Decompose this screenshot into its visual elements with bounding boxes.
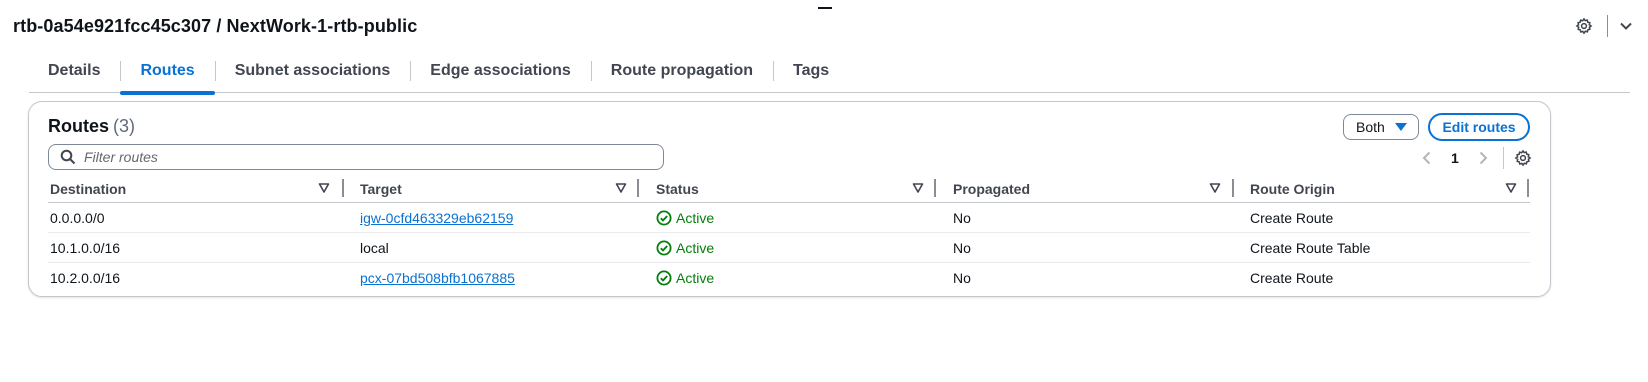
- destination-cell: 10.2.0.0/16: [50, 269, 121, 286]
- search-icon: [60, 149, 76, 165]
- tab-subnet-associations[interactable]: Subnet associations: [214, 56, 411, 90]
- sort-icon[interactable]: [1209, 182, 1221, 194]
- tab-route-propagation[interactable]: Route propagation: [590, 56, 773, 90]
- column-header-target[interactable]: Target: [358, 176, 654, 202]
- column-header-destination[interactable]: Destination: [48, 176, 358, 202]
- table-row: 10.1.0.0/16 local Active No Create Route…: [48, 233, 1530, 263]
- column-header-propagated[interactable]: Propagated: [951, 176, 1248, 202]
- target-cell: igw-0cfd463329eb62159: [358, 210, 654, 226]
- column-resizer[interactable]: [342, 179, 344, 197]
- routes-count: (3): [113, 116, 136, 136]
- column-label: Route Origin: [1250, 181, 1335, 197]
- column-header-status[interactable]: Status: [654, 176, 951, 202]
- target-link[interactable]: igw-0cfd463329eb62159: [360, 210, 513, 226]
- status-cell: Active: [654, 240, 951, 256]
- table-row: 0.0.0.0/0 igw-0cfd463329eb62159 Active N…: [48, 203, 1530, 233]
- page-title: rtb-0a54e921fcc45c307 / NextWork-1-rtb-p…: [13, 15, 418, 36]
- status-cell: Active: [654, 270, 951, 286]
- tab-label: Details: [48, 62, 101, 79]
- destination-cell: 10.1.0.0/16: [50, 239, 121, 256]
- sort-icon[interactable]: [615, 182, 627, 194]
- route-origin-cell: Create Route: [1250, 209, 1334, 226]
- filter-routes-input[interactable]: [84, 149, 624, 165]
- page-number[interactable]: 1: [1451, 150, 1459, 166]
- check-circle-icon: [656, 210, 672, 226]
- sort-icon[interactable]: [318, 182, 330, 194]
- table-header: Destination Target Status Propagated Rou: [48, 176, 1530, 203]
- pagination: 1: [1419, 147, 1532, 169]
- table-preferences-gear-icon[interactable]: [1514, 149, 1532, 167]
- route-filter-value: Both: [1356, 119, 1385, 135]
- header-actions: [1575, 14, 1634, 38]
- route-filter-select[interactable]: Both: [1343, 114, 1419, 140]
- column-resizer[interactable]: [934, 179, 936, 197]
- panel-drag-handle[interactable]: [818, 7, 832, 9]
- tab-label: Routes: [140, 62, 195, 79]
- propagated-cell: No: [953, 269, 971, 286]
- tab-label: Subnet associations: [234, 62, 391, 79]
- tab-details[interactable]: Details: [29, 56, 120, 90]
- target-link[interactable]: pcx-07bd508bfb1067885: [360, 270, 515, 286]
- tab-edge-associations[interactable]: Edge associations: [410, 56, 591, 90]
- tab-tags[interactable]: Tags: [773, 56, 849, 90]
- column-label: Propagated: [953, 181, 1031, 197]
- tab-list: Details Routes Subnet associations Edge …: [29, 56, 1630, 95]
- status-cell: Active: [654, 210, 951, 226]
- tab-label: Tags: [793, 62, 830, 79]
- table-row: 10.2.0.0/16 pcx-07bd508bfb1067885 Active…: [48, 263, 1530, 292]
- column-label: Target: [360, 181, 402, 197]
- page-header: rtb-0a54e921fcc45c307 / NextWork-1-rtb-p…: [13, 14, 417, 38]
- next-page-icon[interactable]: [1475, 150, 1491, 166]
- check-circle-icon: [656, 240, 672, 256]
- status-text: Active: [676, 269, 715, 286]
- caret-down-icon: [1395, 123, 1407, 131]
- header-divider: [1607, 15, 1608, 37]
- route-origin-cell: Create Route: [1250, 269, 1334, 286]
- sort-icon[interactable]: [1505, 182, 1517, 194]
- column-label: Destination: [50, 181, 127, 197]
- pagination-divider: [1502, 147, 1504, 169]
- status-indicator: Active: [656, 270, 714, 286]
- destination-cell: 0.0.0.0/0: [50, 209, 105, 226]
- propagated-cell: No: [953, 239, 971, 256]
- target-cell: local: [360, 239, 389, 256]
- status-indicator: Active: [656, 210, 714, 226]
- panel-title-text: Routes: [48, 116, 110, 136]
- tab-label: Edge associations: [430, 62, 571, 79]
- filter-routes-field[interactable]: [48, 144, 664, 170]
- column-resizer[interactable]: [637, 179, 639, 197]
- status-text: Active: [676, 239, 715, 256]
- column-label: Status: [656, 181, 699, 197]
- gear-icon[interactable]: [1575, 17, 1593, 35]
- column-resizer[interactable]: [1527, 179, 1529, 197]
- propagated-cell: No: [953, 209, 971, 226]
- status-indicator: Active: [656, 240, 714, 256]
- tab-routes[interactable]: Routes: [120, 56, 215, 95]
- sort-icon[interactable]: [912, 182, 924, 194]
- panel-title: Routes (3): [48, 116, 135, 137]
- column-resizer[interactable]: [1232, 179, 1234, 197]
- status-text: Active: [676, 209, 715, 226]
- previous-page-icon[interactable]: [1419, 150, 1435, 166]
- routes-panel: Routes(3) Both Edit routes 1 Dest: [28, 101, 1551, 297]
- route-origin-cell: Create Route Table: [1250, 239, 1371, 256]
- tab-label: Route propagation: [610, 62, 754, 79]
- target-cell: pcx-07bd508bfb1067885: [358, 270, 654, 286]
- check-circle-icon: [656, 270, 672, 286]
- chevron-down-icon[interactable]: [1618, 18, 1634, 34]
- column-header-route-origin[interactable]: Route Origin: [1248, 176, 1530, 202]
- routes-table: Destination Target Status Propagated Rou: [48, 176, 1530, 292]
- edit-routes-button[interactable]: Edit routes: [1428, 113, 1530, 141]
